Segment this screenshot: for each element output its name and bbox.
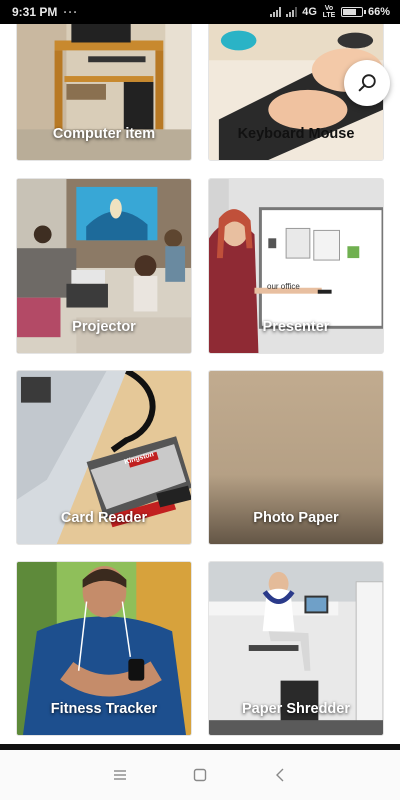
status-time: 9:31 PM	[12, 5, 58, 19]
category-tile-projector[interactable]: Projector	[16, 178, 192, 354]
category-label: Keyboard Mouse	[237, 126, 355, 142]
notification-dots-icon: ···	[63, 5, 79, 19]
category-label: Photo Paper	[253, 510, 339, 526]
search-button[interactable]	[344, 60, 390, 106]
menu-button[interactable]	[105, 760, 135, 790]
category-tile-presenter[interactable]: our office Presenter	[208, 178, 384, 354]
category-label: Presenter	[262, 319, 330, 335]
square-home-icon	[193, 768, 207, 782]
home-button[interactable]	[185, 760, 215, 790]
category-tile-computer-item[interactable]: Computer item	[16, 24, 192, 161]
category-tile-photo-paper[interactable]: Photo Paper	[208, 370, 384, 545]
search-icon	[358, 74, 376, 92]
category-tile-card-reader[interactable]: Kingston Card Reader	[16, 370, 192, 545]
category-tile-paper-shredder[interactable]: Paper Shredder	[208, 561, 384, 736]
back-chevron-icon	[276, 768, 284, 782]
battery-icon	[340, 7, 366, 17]
menu-icon	[114, 770, 126, 780]
system-nav-bar	[0, 744, 400, 800]
category-label: Computer item	[52, 126, 156, 142]
volte-badge: Vo LTE	[322, 5, 336, 19]
category-label: Card Reader	[60, 510, 148, 526]
battery-percent: 66%	[367, 6, 390, 18]
signal-icon	[270, 7, 282, 17]
presenter-board-text: our office	[267, 282, 300, 291]
status-bar: 9:31 PM ··· 4G Vo LTE 66%	[0, 0, 400, 24]
category-label: Paper Shredder	[242, 701, 350, 717]
network-type: 4G	[302, 6, 317, 18]
category-label: Projector	[72, 319, 136, 335]
signal-2-icon	[286, 7, 298, 17]
back-button[interactable]	[265, 760, 295, 790]
category-tile-fitness-tracker[interactable]: Fitness Tracker	[16, 561, 192, 736]
category-label: Fitness Tracker	[50, 701, 158, 717]
category-grid: Computer item Keyboard Mouse Projector o…	[0, 24, 400, 744]
